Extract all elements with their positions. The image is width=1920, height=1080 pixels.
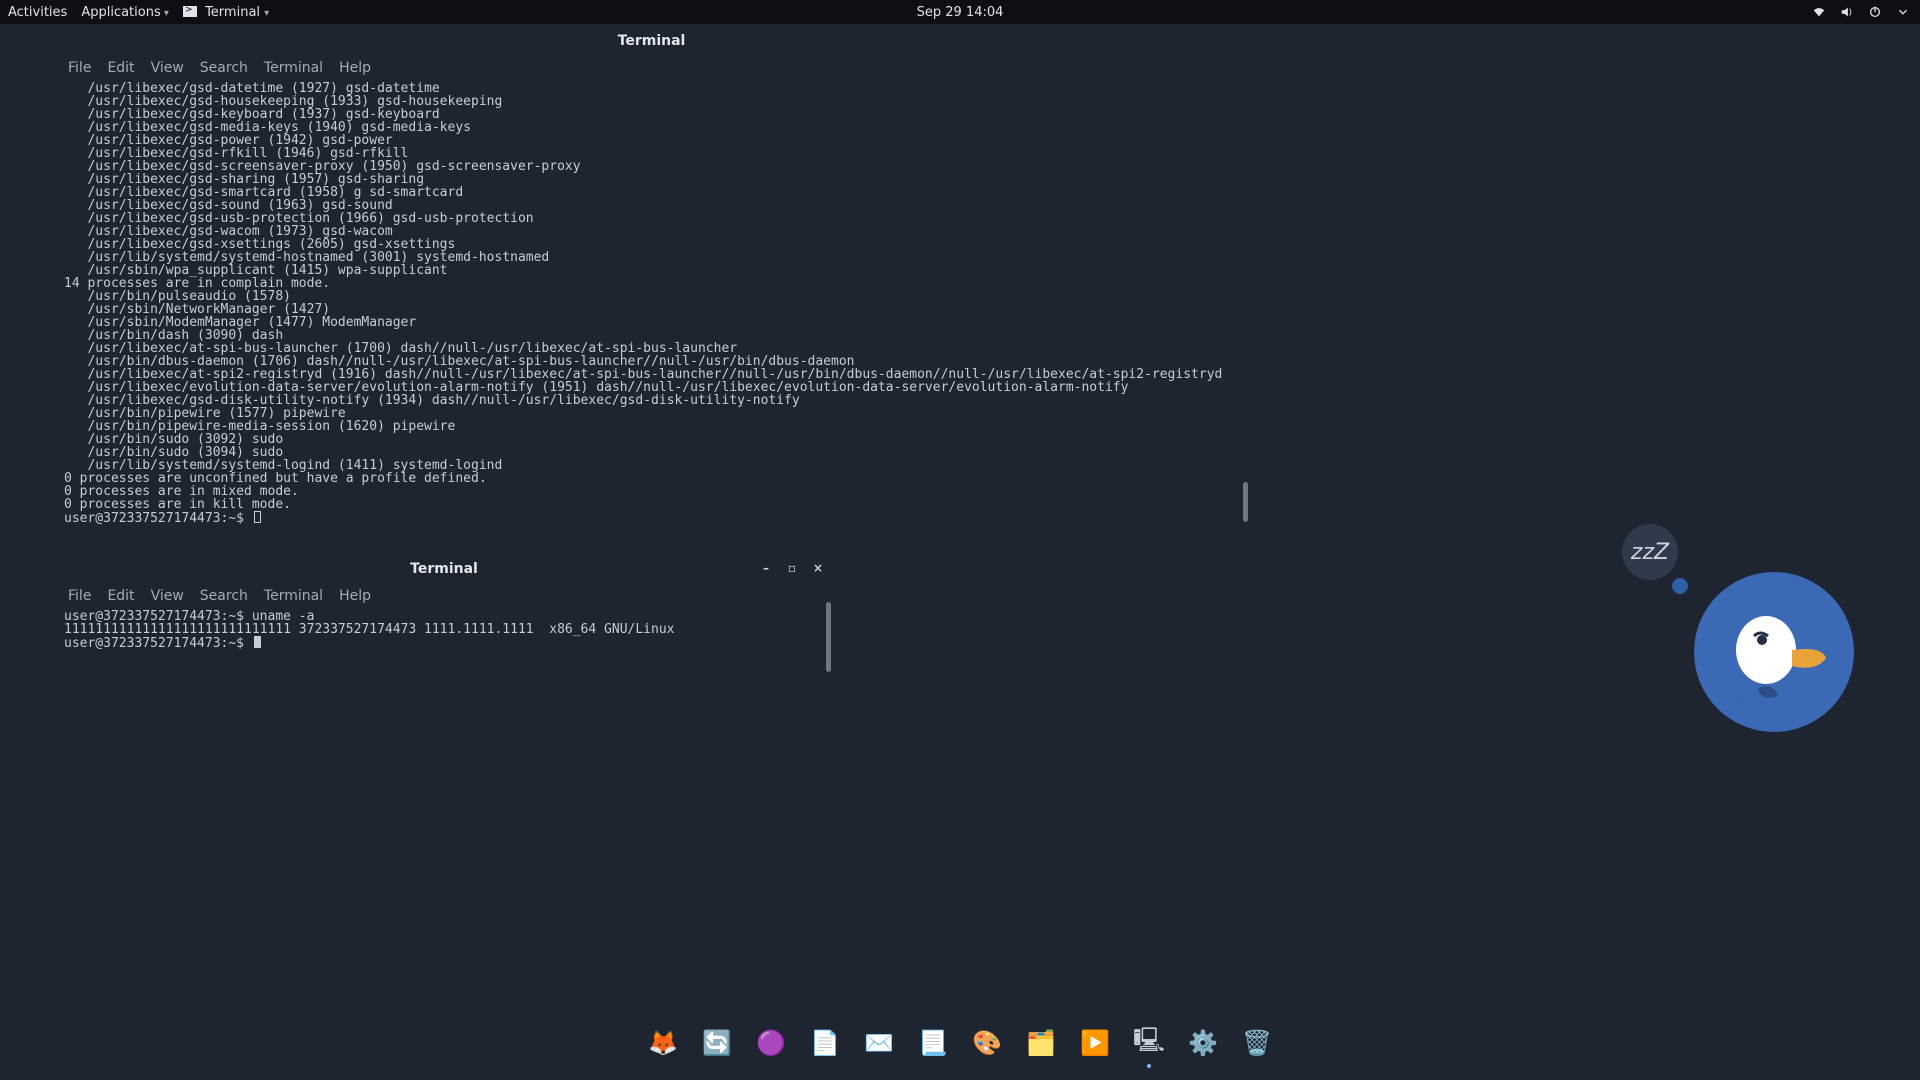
topbar-clock[interactable]: Sep 29 14:04 [917,5,1004,20]
dock-app-podcasts[interactable]: 🟣 [750,1022,792,1064]
terminal-2-title: Terminal [410,561,478,577]
dock-app-terminal[interactable]: 🖳 [1128,1022,1170,1064]
term1-menu-terminal[interactable]: Terminal [264,60,323,76]
dock: 🦊 🔄 🟣 📄 ✉️ 📃 🎨 🗂️ ▶️ 🖳 ⚙️ 🗑️ [628,1016,1292,1070]
terminal-window-1[interactable]: Terminal File Edit View Search Terminal … [54,26,1249,524]
applications-menu[interactable]: Applications [81,5,169,20]
assistant-avatar[interactable] [1694,572,1854,732]
dock-app-gedit[interactable]: 📄 [804,1022,846,1064]
dock-app-files[interactable]: 🗂️ [1020,1022,1062,1064]
term2-menu-help[interactable]: Help [339,588,371,604]
term1-menu-search[interactable]: Search [200,60,248,76]
dock-app-document[interactable]: 📃 [912,1022,954,1064]
term1-menu-file[interactable]: File [68,60,91,76]
volume-icon[interactable] [1840,5,1854,19]
terminal-2-body[interactable]: user@372337527174473:~$ uname -a11111111… [54,610,834,655]
terminal-1-title: Terminal [618,33,686,49]
term2-menu-terminal[interactable]: Terminal [264,588,323,604]
terminal-icon [183,6,197,17]
sleep-bubble: zzZ [1622,524,1678,580]
dock-app-firefox[interactable]: 🦊 [642,1022,684,1064]
dock-app-mail[interactable]: ✉️ [858,1022,900,1064]
minimize-button[interactable]: – [758,560,774,576]
terminal-prompt[interactable]: user@372337527174473:~$ [64,511,1239,524]
term2-menu-file[interactable]: File [68,588,91,604]
sleep-bubble-text: zzZ [1631,540,1669,565]
dock-app-settings[interactable]: ⚙️ [1182,1022,1224,1064]
terminal-1-scrollbar[interactable] [1243,482,1248,522]
dock-app-media[interactable]: ▶️ [1074,1022,1116,1064]
terminal-1-menubar: File Edit View Search Terminal Help [54,56,1249,82]
network-icon[interactable] [1812,5,1826,19]
gnome-topbar: Activities Applications Terminal Sep 29 … [0,0,1920,24]
terminal-2-menubar: File Edit View Search Terminal Help [54,584,834,610]
duck-icon [1714,592,1834,712]
term1-menu-edit[interactable]: Edit [107,60,134,76]
terminal-2-titlebar[interactable]: Terminal – ▫ × [54,554,834,584]
dock-app-trash[interactable]: 🗑️ [1236,1022,1278,1064]
sleep-bubble-dot [1672,578,1688,594]
maximize-button[interactable]: ▫ [784,560,800,576]
system-menu-caret-icon[interactable] [1896,5,1910,19]
terminal-output-line: 11111111111111111111111111111 3723375271… [64,623,824,636]
terminal-output-line: 0 processes are in kill mode. [64,498,1239,511]
term2-menu-search[interactable]: Search [200,588,248,604]
dock-app-drawing[interactable]: 🎨 [966,1022,1008,1064]
power-icon[interactable] [1868,5,1882,19]
terminal-window-2[interactable]: Terminal – ▫ × File Edit View Search Ter… [54,554,834,914]
topbar-app-terminal[interactable]: Terminal [183,5,269,20]
terminal-1-body[interactable]: /usr/libexec/gsd-datetime (1927) gsd-dat… [54,82,1249,530]
dock-app-sync[interactable]: 🔄 [696,1022,738,1064]
terminal-cursor [254,511,261,523]
activities-button[interactable]: Activities [8,5,67,20]
terminal-prompt[interactable]: user@372337527174473:~$ [64,636,824,649]
terminal-2-scrollbar[interactable] [826,602,831,672]
topbar-app-label: Terminal [205,5,260,20]
terminal-1-titlebar[interactable]: Terminal [54,26,1249,56]
term1-menu-view[interactable]: View [151,60,184,76]
term1-menu-help[interactable]: Help [339,60,371,76]
terminal-cursor [254,636,261,648]
term2-menu-view[interactable]: View [151,588,184,604]
term2-menu-edit[interactable]: Edit [107,588,134,604]
close-button[interactable]: × [810,560,826,576]
